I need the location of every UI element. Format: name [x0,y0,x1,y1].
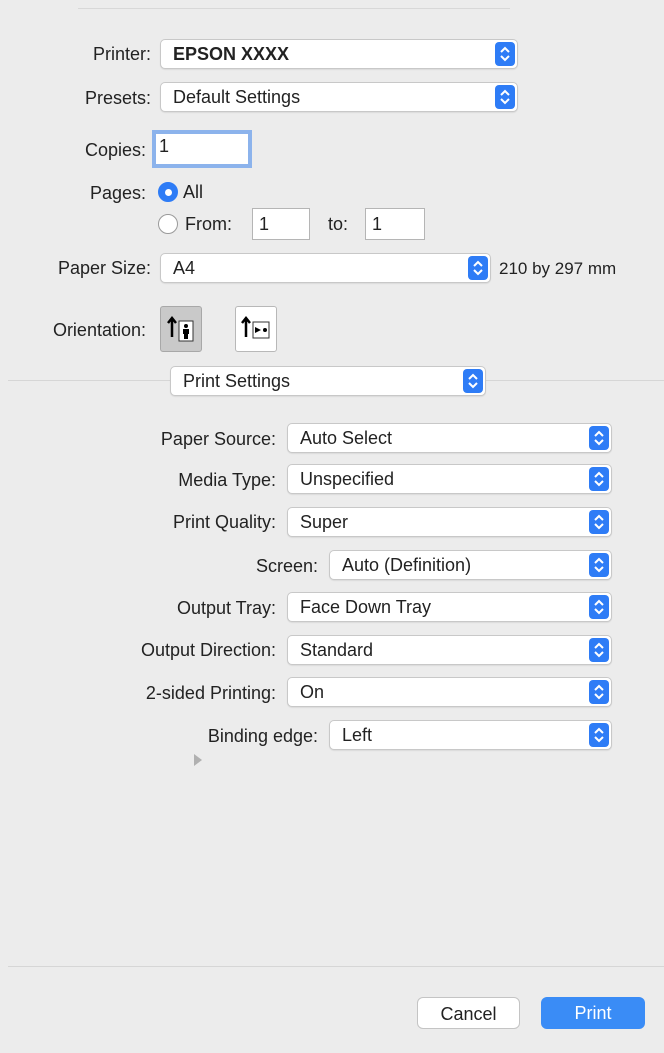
media-type-popup[interactable]: Unspecified [287,464,612,494]
screen-value: Auto (Definition) [342,555,472,575]
cancel-button[interactable]: Cancel [417,997,520,1029]
print-quality-value: Super [300,512,349,532]
footer-divider [8,966,664,967]
top-divider [78,8,510,9]
setting-label-output-direction: Output Direction: [140,640,276,660]
presets-label: Presets: [84,88,151,108]
setting-label-media-type: Media Type: [178,470,276,490]
landscape-orientation-button[interactable] [235,306,277,352]
presets-popup[interactable]: Default Settings [160,82,518,112]
pages-from-label: From: [185,214,232,234]
popup-stepper-icon [589,595,609,619]
paper-size-dimensions: 210 by 297 mm [499,259,617,278]
output-direction-value: Standard [300,640,374,660]
popup-stepper-icon [589,510,609,534]
popup-stepper-icon [589,680,609,704]
section-popup[interactable]: Print Settings [170,366,486,396]
paper-size-label: Paper Size: [57,258,151,278]
portrait-icon [167,315,194,342]
setting-label-2-sided-printing: 2-sided Printing: [145,683,276,703]
popup-stepper-icon [589,638,609,662]
pages-all-radio[interactable] [158,182,178,202]
media-type-value: Unspecified [300,469,395,489]
setting-label-output-tray: Output Tray: [176,598,276,618]
setting-label-print-quality: Print Quality: [172,512,276,532]
print-quality-popup[interactable]: Super [287,507,612,537]
binding-edge-value: Left [342,725,373,745]
two-sided-printing-popup[interactable]: On [287,677,612,707]
paper-size-value: A4 [173,258,196,278]
section-popup-value: Print Settings [183,371,291,391]
presets-value: Default Settings [173,87,301,107]
popup-stepper-icon [589,553,609,577]
output-tray-popup[interactable]: Face Down Tray [287,592,612,622]
setting-label-paper-source: Paper Source: [160,429,276,449]
pages-from-field[interactable]: 1 [252,208,310,240]
disclosure-triangle-icon[interactable] [192,753,204,767]
binding-edge-popup[interactable]: Left [329,720,612,750]
pages-from-radio[interactable] [158,214,178,234]
printer-popup[interactable]: EPSON XXXX [160,39,518,69]
landscape-icon [241,315,270,339]
copies-field[interactable]: 1 [152,130,252,168]
printer-value: EPSON XXXX [173,44,290,64]
pages-to-field[interactable]: 1 [365,208,425,240]
popup-stepper-icon [463,369,483,393]
pages-all-label: All [183,182,204,202]
paper-size-popup[interactable]: A4 [160,253,491,283]
setting-label-screen: Screen: [255,556,318,576]
orientation-label: Orientation: [52,320,146,340]
screen-popup[interactable]: Auto (Definition) [329,550,612,580]
popup-stepper-icon [495,85,515,109]
copies-label: Copies: [84,140,146,160]
popup-stepper-icon [589,426,609,450]
pages-to-label: to: [328,214,349,234]
two-sided-printing-value: On [300,682,325,702]
pages-label: Pages: [89,183,146,203]
output-direction-popup[interactable]: Standard [287,635,612,665]
output-tray-value: Face Down Tray [300,597,432,617]
popup-stepper-icon [495,42,515,66]
portrait-orientation-button[interactable] [160,306,202,352]
printer-label: Printer: [92,44,151,64]
paper-source-value: Auto Select [300,428,393,448]
print-button[interactable]: Print [541,997,645,1029]
setting-label-binding-edge: Binding edge: [207,726,318,746]
popup-stepper-icon [468,256,488,280]
popup-stepper-icon [589,723,609,747]
popup-stepper-icon [589,467,609,491]
paper-source-popup[interactable]: Auto Select [287,423,612,453]
